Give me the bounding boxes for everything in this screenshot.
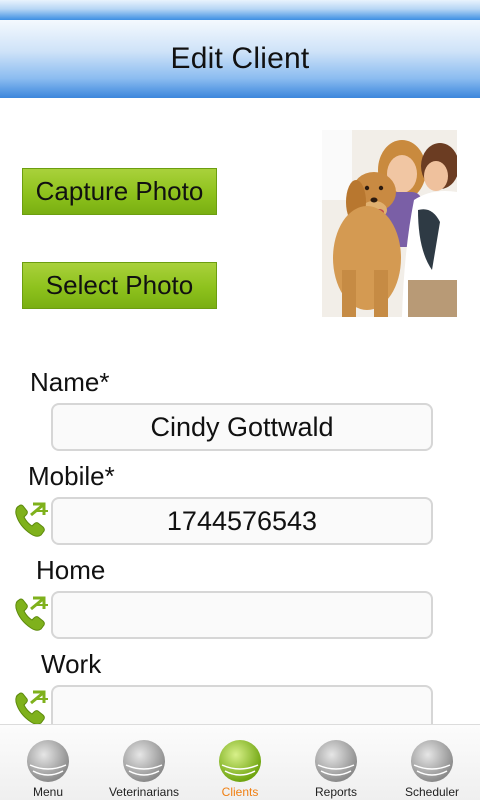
phone-call-icon[interactable] [13,688,51,728]
nav-item-clients[interactable]: Clients [192,725,288,800]
nav-label-clients: Clients [221,785,259,799]
phone-call-icon[interactable] [13,500,51,540]
home-label: Home [36,555,106,585]
nav-ball-icon [27,740,69,782]
select-photo-button[interactable]: Select Photo [22,262,217,309]
home-field[interactable] [51,591,433,639]
bottom-nav: Menu Veterinarians Clients Reports Sched… [0,724,480,800]
name-label: Name* [30,367,110,397]
nav-label-reports: Reports [314,785,358,799]
capture-photo-button[interactable]: Capture Photo [22,168,217,215]
phone-call-icon[interactable] [13,594,51,634]
work-label: Work [41,649,102,679]
nav-ball-icon [315,740,357,782]
nav-ball-icon [123,740,165,782]
title-bar: Edit Client [0,20,480,98]
mobile-field[interactable]: 1744576543 [51,497,433,545]
nav-item-reports[interactable]: Reports [288,725,384,800]
status-bar [0,0,480,20]
page-title: Edit Client [170,42,310,75]
nav-label-scheduler: Scheduler [404,785,460,799]
name-field[interactable]: Cindy Gottwald [51,403,433,451]
nav-ball-icon [411,740,453,782]
client-photo [322,130,457,317]
nav-item-menu[interactable]: Menu [0,725,96,800]
nav-label-menu: Menu [32,785,64,799]
nav-label-veterinarians: Veterinarians [108,785,180,799]
work-field[interactable] [51,685,433,725]
nav-item-scheduler[interactable]: Scheduler [384,725,480,800]
nav-item-veterinarians[interactable]: Veterinarians [96,725,192,800]
nav-ball-icon [219,740,261,782]
mobile-label: Mobile* [28,461,115,491]
